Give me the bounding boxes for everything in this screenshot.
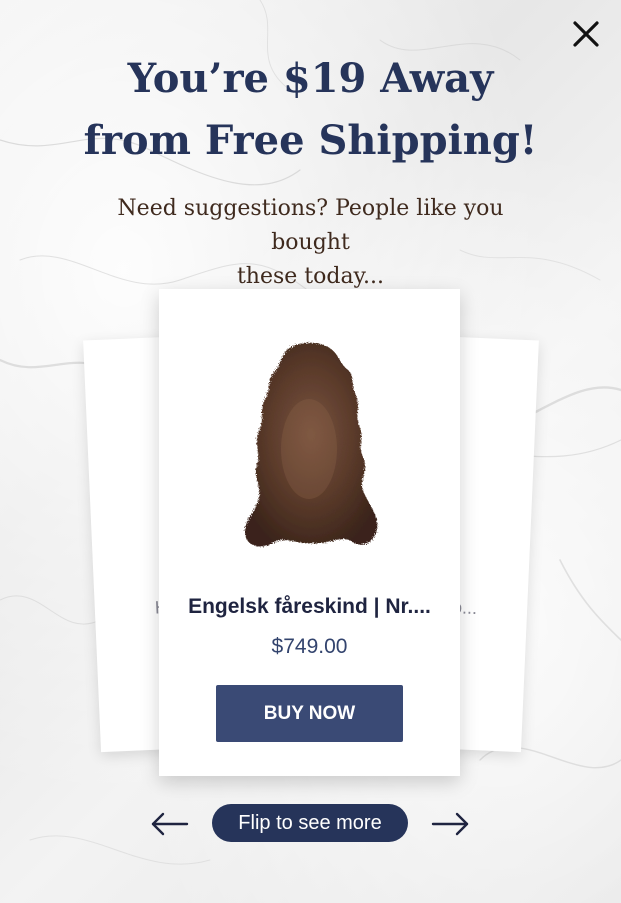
sheepskin-rug-image[interactable] [229,339,389,559]
headline-line-2: from Free Shipping! [83,117,538,164]
headline-line-1: You’re $19 Away [127,55,494,102]
product-price: $749.00 [271,635,348,658]
next-card-button[interactable] [429,806,473,842]
arrow-left-icon [151,812,189,836]
buy-now-button[interactable]: BUY NOW [216,685,403,742]
arrow-right-icon [431,812,469,836]
current-product-card: Engelsk fåreskind | Nr.... $749.00 BUY N… [159,289,460,776]
flip-to-see-more-label: Flip to see more [212,804,408,842]
subheading: Need suggestions? People like you bought… [80,192,541,294]
headline: You’re $19 Away from Free Shipping! [0,48,621,172]
subheading-line-1: Need suggestions? People like you bought [117,196,504,255]
prev-card-button[interactable] [147,806,191,842]
product-title[interactable]: Engelsk fåreskind | Nr.... [159,595,460,619]
subheading-line-2: these today... [236,264,385,289]
